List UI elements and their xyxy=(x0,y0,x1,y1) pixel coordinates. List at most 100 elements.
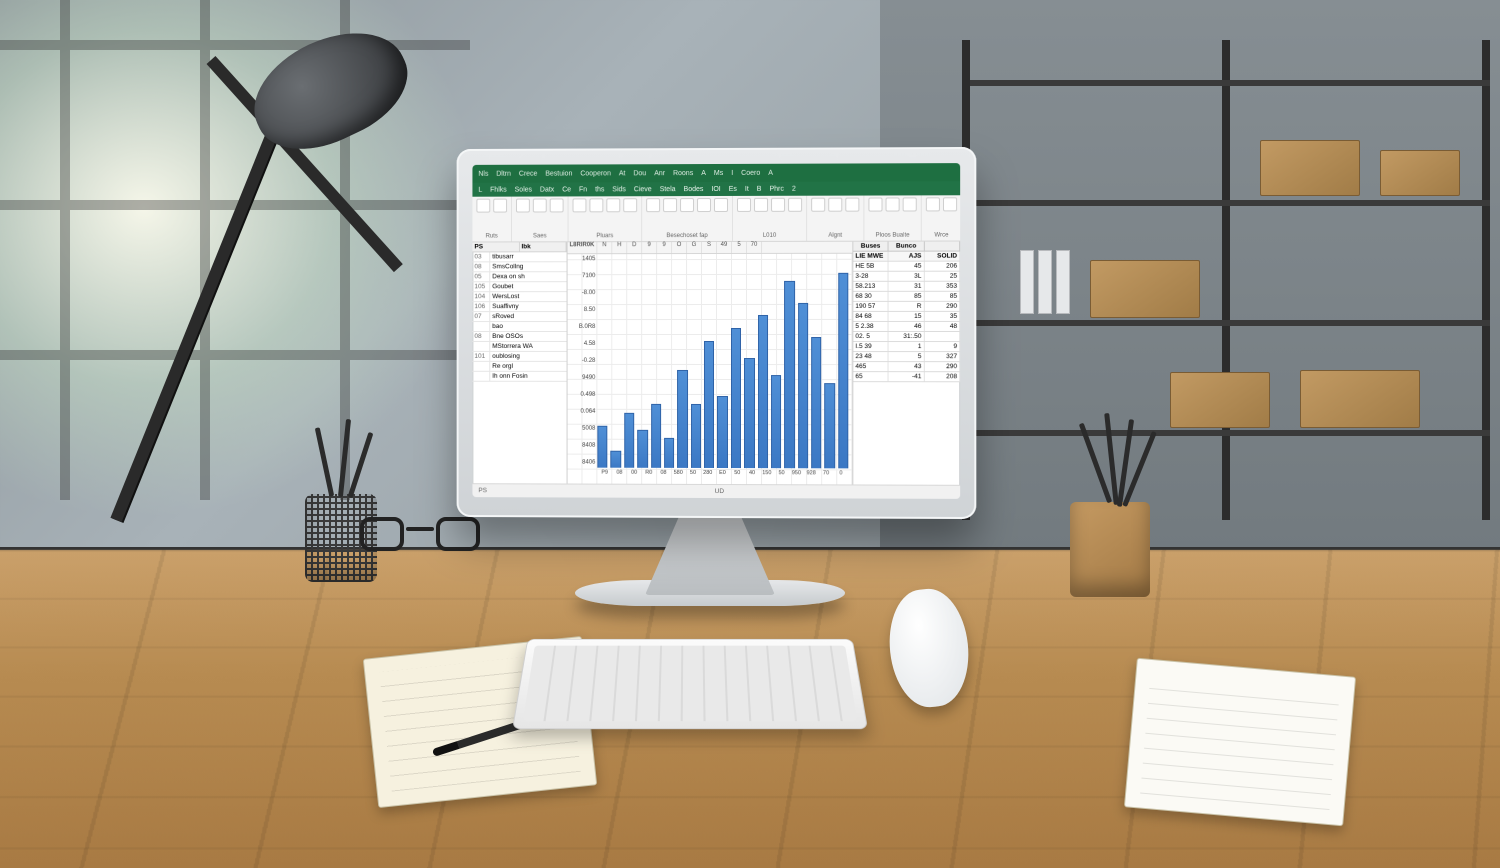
table-row[interactable]: I.5 3919 xyxy=(853,342,960,352)
table-row[interactable]: 05Dexa on sh xyxy=(472,272,566,282)
titlebar-item[interactable]: Ms xyxy=(714,169,723,176)
table-row[interactable]: 65-41208 xyxy=(853,372,960,382)
ribbon-button[interactable] xyxy=(828,198,842,212)
ribbon-button[interactable] xyxy=(493,199,507,213)
table-row[interactable]: 106Suaffivny xyxy=(472,302,566,312)
menu-item[interactable]: B xyxy=(757,185,762,192)
chart-area[interactable]: L8RIR0KNHD99OGS49570 14057100-8.008.50B.… xyxy=(568,242,854,485)
ribbon-button[interactable] xyxy=(771,198,785,212)
table-row[interactable]: 105Goubet xyxy=(472,282,566,292)
ribbon-button[interactable] xyxy=(589,198,603,212)
menu-item[interactable]: IOI xyxy=(711,185,720,192)
ribbon-button[interactable] xyxy=(697,198,711,212)
column-header[interactable]: H xyxy=(612,242,627,253)
ribbon-button[interactable] xyxy=(754,198,768,212)
ribbon-button[interactable] xyxy=(903,197,917,211)
titlebar-item[interactable]: A xyxy=(768,169,773,176)
menu-bar[interactable]: L Fhlks Soles Datx Ce Fn ths Sids Cieve Stela Bode… xyxy=(472,181,960,197)
ribbon-button[interactable] xyxy=(623,198,637,212)
table-row[interactable]: 190 57R290 xyxy=(853,302,960,312)
table-row[interactable]: Ih onn Fosin xyxy=(472,372,566,382)
table-row[interactable]: bao xyxy=(472,322,566,332)
table-row[interactable]: 68 308585 xyxy=(853,292,960,302)
col-header[interactable]: PS xyxy=(472,242,519,251)
column-header[interactable]: 9 xyxy=(642,242,657,253)
ribbon-button[interactable] xyxy=(663,198,677,212)
ribbon-button[interactable] xyxy=(943,197,957,211)
ribbon-button[interactable] xyxy=(788,198,802,212)
menu-item[interactable]: Datx xyxy=(540,186,554,193)
menu-item[interactable]: Soles xyxy=(515,186,532,193)
ribbon-button[interactable] xyxy=(845,198,859,212)
menu-item[interactable]: ths xyxy=(595,186,604,193)
titlebar-item[interactable]: Crece xyxy=(519,170,538,177)
column-header[interactable]: O xyxy=(672,242,687,253)
ribbon-button[interactable] xyxy=(606,198,620,212)
menu-item[interactable]: Fn xyxy=(579,186,587,193)
menu-item[interactable]: Bodes xyxy=(684,186,704,193)
table-row[interactable]: 08SmsCollng xyxy=(472,262,566,272)
titlebar-item[interactable]: Dltrn xyxy=(496,170,511,177)
ribbon[interactable]: RutsSaesPluarsBesechoset fapL010AlgntPlo… xyxy=(472,195,960,242)
ribbon-button[interactable] xyxy=(680,198,694,212)
titlebar-item[interactable]: A xyxy=(701,170,706,177)
col-header[interactable]: Buses xyxy=(853,242,889,251)
menu-item[interactable]: L xyxy=(478,186,482,193)
menu-item[interactable]: Es xyxy=(729,185,737,192)
ribbon-button[interactable] xyxy=(573,198,587,212)
ribbon-button[interactable] xyxy=(550,198,564,212)
menu-item[interactable]: 2 xyxy=(792,185,796,192)
table-row[interactable]: 3-283L25 xyxy=(853,272,960,282)
table-row[interactable]: 104WersLost xyxy=(472,292,566,302)
table-row[interactable]: LIE MWEAJSSOLID xyxy=(853,252,960,262)
menu-item[interactable]: It xyxy=(745,185,749,192)
menu-item[interactable]: Fhlks xyxy=(490,186,507,193)
table-row[interactable]: HE 5B45206 xyxy=(853,262,960,272)
menu-item[interactable]: Stela xyxy=(660,186,676,193)
titlebar-item[interactable]: I xyxy=(731,169,733,176)
table-row[interactable]: 46543290 xyxy=(853,362,960,372)
table-row[interactable]: MStorrera WA xyxy=(472,342,566,352)
ribbon-button[interactable] xyxy=(886,197,900,211)
ribbon-button[interactable] xyxy=(868,198,882,212)
table-row[interactable]: 5 2.384648 xyxy=(853,322,960,332)
column-header[interactable]: 9 xyxy=(657,242,672,253)
ribbon-button[interactable] xyxy=(476,199,490,213)
ribbon-button[interactable] xyxy=(811,198,825,212)
column-header[interactable]: D xyxy=(627,242,642,253)
table-row[interactable]: 07sRoved xyxy=(472,312,566,322)
table-row[interactable]: 08Bne OSOs xyxy=(472,332,566,342)
column-header[interactable]: 49 xyxy=(717,242,732,253)
ribbon-button[interactable] xyxy=(533,198,547,212)
table-row[interactable]: 03tibusarr xyxy=(472,252,566,262)
column-header[interactable]: 70 xyxy=(747,242,762,253)
ribbon-button[interactable] xyxy=(926,197,940,211)
column-headers[interactable]: L8RIR0KNHD99OGS49570 xyxy=(568,242,853,255)
menu-item[interactable]: Sids xyxy=(612,186,626,193)
table-row[interactable]: 02. 531:.50 xyxy=(853,332,960,342)
titlebar-item[interactable]: Dou xyxy=(633,170,646,177)
row-label-panel[interactable]: PSIbk03tibusarr08SmsCollng05Dexa on sh10… xyxy=(472,242,567,483)
menu-item[interactable]: Cieve xyxy=(634,186,652,193)
menu-item[interactable]: Ce xyxy=(562,186,571,193)
column-header[interactable]: N xyxy=(597,242,612,253)
ribbon-button[interactable] xyxy=(516,199,530,213)
col-header[interactable] xyxy=(924,242,960,251)
menu-item[interactable]: Phrc xyxy=(770,185,784,192)
titlebar-item[interactable]: Anr xyxy=(654,170,665,177)
table-row[interactable]: 58.21331353 xyxy=(853,282,960,292)
ribbon-button[interactable] xyxy=(714,198,728,212)
col-header[interactable]: Ibk xyxy=(519,242,566,251)
titlebar-item[interactable]: Cooperon xyxy=(580,170,611,177)
ribbon-button[interactable] xyxy=(737,198,751,212)
table-row[interactable]: 23 485327 xyxy=(853,352,960,362)
table-row[interactable]: 101oublosing xyxy=(472,352,566,362)
titlebar-item[interactable]: Roons xyxy=(673,170,693,177)
data-table[interactable]: BusesBuncoLIE MWEAJSSOLIDHE 5B452063-283… xyxy=(853,242,960,485)
table-row[interactable]: Re orgl xyxy=(472,362,566,372)
ribbon-button[interactable] xyxy=(646,198,660,212)
column-header[interactable]: 5 xyxy=(732,242,747,253)
column-header[interactable]: S xyxy=(702,242,717,253)
titlebar-item[interactable]: At xyxy=(619,170,626,177)
titlebar-item[interactable]: Coero xyxy=(741,169,760,176)
